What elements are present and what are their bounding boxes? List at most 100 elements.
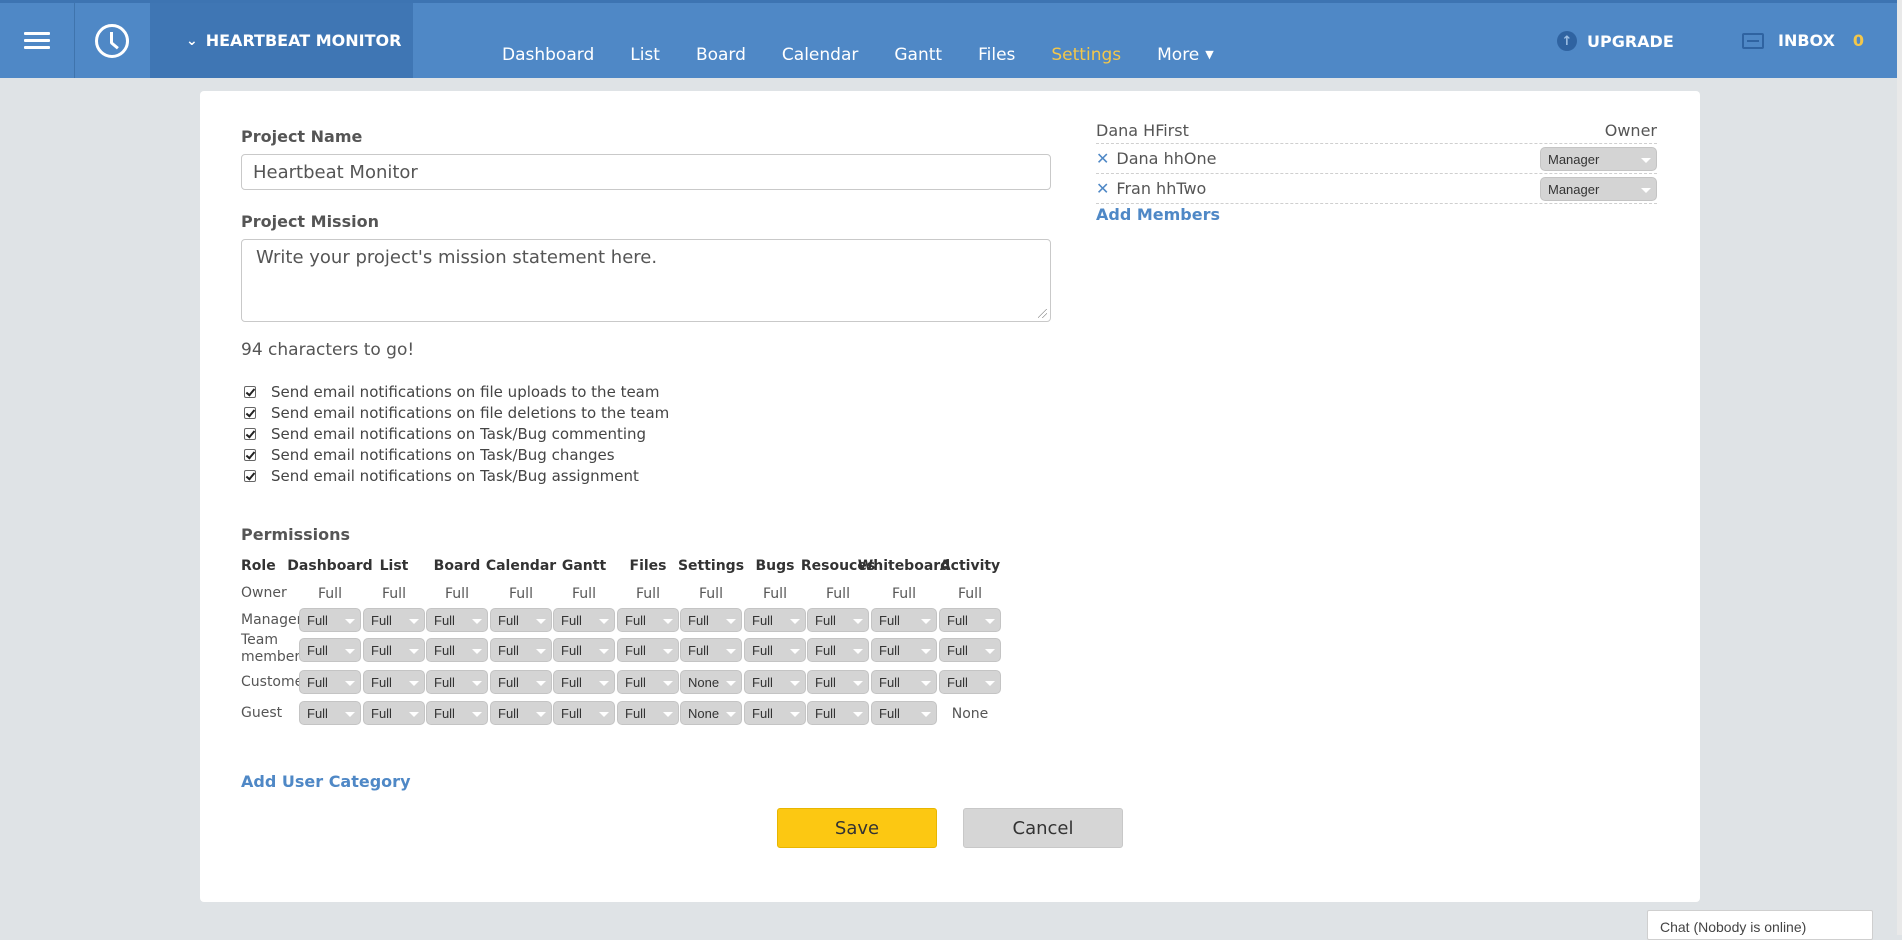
hamburger-menu-button[interactable] — [0, 3, 75, 78]
permission-select-team-member-gantt[interactable]: Full — [553, 638, 615, 662]
permission-select-manager-gantt[interactable]: Full — [553, 608, 615, 632]
member-role-select[interactable]: Manager — [1540, 177, 1657, 201]
project-mission-label: Project Mission — [241, 212, 379, 231]
top-navigation-bar: ⌄ HEARTBEAT MONITOR Dashboard List Board… — [0, 0, 1902, 78]
column-header-bugs: Bugs — [755, 558, 795, 574]
permission-select-guest-gantt[interactable]: Full — [553, 701, 615, 725]
permission-select-manager-settings[interactable]: Full — [680, 608, 742, 632]
permission-select-guest-resouces[interactable]: Full — [807, 701, 869, 725]
permission-value-owner-bugs: Full — [763, 586, 787, 602]
permission-select-team-member-calendar[interactable]: Full — [490, 638, 552, 662]
permission-select-guest-bugs[interactable]: Full — [744, 701, 806, 725]
tab-list[interactable]: List — [630, 17, 660, 65]
tab-gantt[interactable]: Gantt — [894, 17, 942, 65]
permission-select-customer-whiteboard[interactable]: Full — [871, 670, 937, 694]
permission-select-team-member-whiteboard[interactable]: Full — [871, 638, 937, 662]
mission-placeholder: Write your project's mission statement h… — [256, 247, 658, 268]
permission-select-customer-gantt[interactable]: Full — [553, 670, 615, 694]
role-label-manager: Manager — [241, 612, 303, 628]
permission-select-customer-list[interactable]: Full — [363, 670, 425, 694]
add-members-link[interactable]: Add Members — [1096, 205, 1220, 224]
permission-value-owner-list: Full — [382, 586, 406, 602]
permission-select-manager-whiteboard[interactable]: Full — [871, 608, 937, 632]
permission-select-customer-dashboard[interactable]: Full — [299, 670, 361, 694]
project-mission-textarea[interactable]: Write your project's mission statement h… — [241, 239, 1051, 322]
notification-option: Send email notifications on file deletio… — [244, 402, 669, 423]
cancel-button[interactable]: Cancel — [963, 808, 1123, 848]
permission-select-manager-files[interactable]: Full — [617, 608, 679, 632]
permission-select-customer-settings[interactable]: None — [680, 670, 742, 694]
tab-dashboard[interactable]: Dashboard — [502, 17, 594, 65]
tab-settings[interactable]: Settings — [1051, 17, 1121, 65]
permission-select-team-member-files[interactable]: Full — [617, 638, 679, 662]
checkbox-task-changes[interactable] — [244, 448, 256, 461]
column-header-board: Board — [433, 558, 481, 574]
role-label-customer: Customer — [241, 674, 310, 690]
permission-select-guest-board[interactable]: Full — [426, 701, 488, 725]
permission-select-manager-board[interactable]: Full — [426, 608, 488, 632]
permission-select-team-member-board[interactable]: Full — [426, 638, 488, 662]
checkbox-task-commenting[interactable] — [244, 427, 256, 440]
permission-value-owner-board: Full — [445, 586, 469, 602]
permission-select-team-member-list[interactable]: Full — [363, 638, 425, 662]
member-role-select[interactable]: Manager — [1540, 147, 1657, 171]
permission-select-team-member-dashboard[interactable]: Full — [299, 638, 361, 662]
permissions-title: Permissions — [241, 525, 351, 544]
column-header-files: Files — [629, 558, 667, 574]
project-name-input[interactable] — [241, 154, 1051, 190]
permission-select-team-member-resouces[interactable]: Full — [807, 638, 869, 662]
permission-select-customer-bugs[interactable]: Full — [744, 670, 806, 694]
time-tracker-button[interactable] — [74, 3, 151, 78]
permission-value-guest-activity: None — [951, 706, 989, 722]
permission-select-manager-bugs[interactable]: Full — [744, 608, 806, 632]
resize-handle-icon[interactable] — [1038, 309, 1047, 318]
permission-select-customer-calendar[interactable]: Full — [490, 670, 552, 694]
permission-select-customer-files[interactable]: Full — [617, 670, 679, 694]
permission-select-guest-list[interactable]: Full — [363, 701, 425, 725]
upgrade-label: UPGRADE — [1587, 31, 1674, 51]
permission-select-manager-activity[interactable]: Full — [939, 608, 1001, 632]
project-switcher[interactable]: ⌄ HEARTBEAT MONITOR — [150, 3, 413, 78]
tab-files[interactable]: Files — [978, 17, 1015, 65]
permission-select-manager-calendar[interactable]: Full — [490, 608, 552, 632]
permission-select-guest-whiteboard[interactable]: Full — [871, 701, 937, 725]
permission-select-team-member-activity[interactable]: Full — [939, 638, 1001, 662]
permission-select-customer-resouces[interactable]: Full — [807, 670, 869, 694]
tab-board[interactable]: Board — [696, 17, 746, 65]
role-label-team-member: Team member — [241, 632, 301, 665]
project-title: HEARTBEAT MONITOR — [205, 31, 402, 50]
column-header-list: List — [379, 558, 409, 574]
checkbox-task-assignment[interactable] — [244, 469, 256, 482]
page-scrollbar[interactable] — [1897, 0, 1902, 935]
permission-select-guest-settings[interactable]: None — [680, 701, 742, 725]
upgrade-button[interactable]: ↑ UPGRADE — [1557, 31, 1674, 51]
permission-select-team-member-settings[interactable]: Full — [680, 638, 742, 662]
add-user-category-link[interactable]: Add User Category — [241, 772, 411, 791]
permission-select-manager-resouces[interactable]: Full — [807, 608, 869, 632]
permission-select-customer-board[interactable]: Full — [426, 670, 488, 694]
member-row: ✕ Dana hhOne Manager — [1096, 144, 1657, 174]
permission-select-guest-files[interactable]: Full — [617, 701, 679, 725]
permission-select-manager-list[interactable]: Full — [363, 608, 425, 632]
chat-widget[interactable]: Chat (Nobody is online) — [1647, 910, 1873, 940]
tab-more[interactable]: More ▼ — [1157, 17, 1214, 65]
permission-select-guest-dashboard[interactable]: Full — [299, 701, 361, 725]
column-header-role: Role — [241, 558, 276, 574]
member-name: Dana HFirst — [1096, 121, 1189, 140]
permission-value-owner-calendar: Full — [509, 586, 533, 602]
remove-member-icon[interactable]: ✕ — [1096, 149, 1109, 168]
remove-member-icon[interactable]: ✕ — [1096, 179, 1109, 198]
permission-select-customer-activity[interactable]: Full — [939, 670, 1001, 694]
save-button[interactable]: Save — [777, 808, 937, 848]
permission-select-manager-dashboard[interactable]: Full — [299, 608, 361, 632]
checkbox-file-deletions[interactable] — [244, 406, 256, 419]
checkbox-file-uploads[interactable] — [244, 385, 256, 398]
checkbox-label: Send email notifications on file uploads… — [271, 382, 660, 401]
tab-calendar[interactable]: Calendar — [782, 17, 858, 65]
permission-select-guest-calendar[interactable]: Full — [490, 701, 552, 725]
inbox-button[interactable]: INBOX 0 — [1742, 31, 1864, 50]
column-header-calendar: Calendar — [485, 558, 557, 574]
permission-select-team-member-bugs[interactable]: Full — [744, 638, 806, 662]
column-header-activity: Activity — [939, 558, 1001, 574]
member-row: ✕ Fran hhTwo Manager — [1096, 174, 1657, 204]
